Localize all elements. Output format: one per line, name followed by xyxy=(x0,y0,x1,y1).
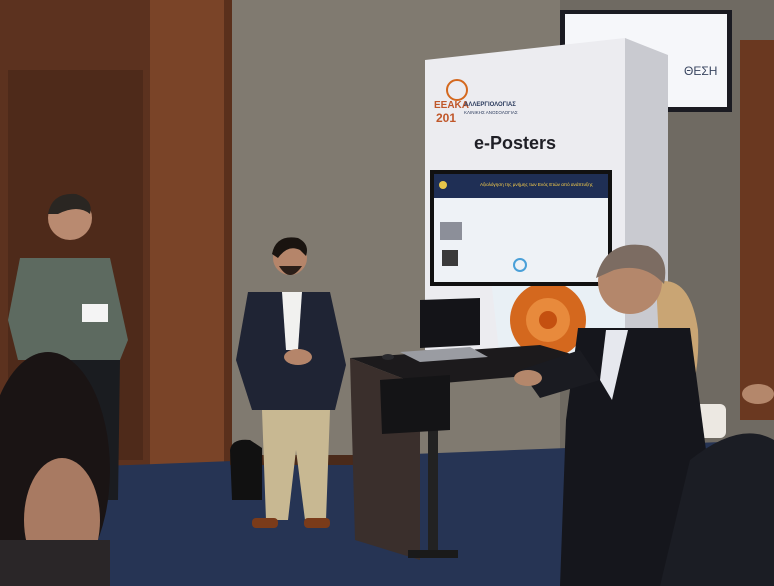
wood-panel-right xyxy=(740,40,774,420)
right-man-hand xyxy=(514,370,542,386)
backpack xyxy=(230,439,262,500)
logo-year: 201 xyxy=(436,111,456,125)
left-man-jacket xyxy=(8,258,128,360)
presenter-shoe-right xyxy=(304,518,330,528)
screen-heading: Αξιολόγηση της μνήμης των Ενός Ετών από … xyxy=(480,181,594,188)
screen-logo-icon xyxy=(439,181,447,189)
presenter-hands xyxy=(284,349,312,365)
logo-sub: ΚΛΙΝΙΚΗΣ ΑΝΟΣΟΛΟΓΙΑΣ xyxy=(464,110,518,115)
conference-scene: ΘΕΣΗ ΕΕΑΚΑ 201 ΑΛΛΕΡΓΙΟΛΟΓΙΑΣ ΚΛΙΝΙΚΗΣ Α… xyxy=(0,0,774,586)
photo-illustration: ΘΕΣΗ ΕΕΑΚΑ 201 ΑΛΛΕΡΓΙΟΛΟΓΙΑΣ ΚΛΙΝΙΚΗΣ Α… xyxy=(0,0,774,586)
mouse xyxy=(382,354,394,360)
foreground-shoulder xyxy=(0,540,110,586)
bottom-right-hand xyxy=(742,384,774,404)
table-base xyxy=(408,550,458,558)
left-man-badge xyxy=(82,304,108,322)
screen-image-1 xyxy=(440,222,462,240)
logo-org: ΑΛΛΕΡΓΙΟΛΟΓΙΑΣ xyxy=(464,102,516,108)
presenter-shoe-left xyxy=(252,518,278,528)
kiosk-orange-pattern-core xyxy=(539,311,557,329)
wall-monitor-text: ΘΕΣΗ xyxy=(684,64,717,78)
wood-pillar-edge xyxy=(224,0,232,490)
laptop-screen xyxy=(420,298,480,348)
screen-image-2 xyxy=(442,250,458,266)
wood-pillar xyxy=(150,0,230,490)
kiosk-title: e-Posters xyxy=(474,133,556,153)
chair xyxy=(380,375,450,434)
